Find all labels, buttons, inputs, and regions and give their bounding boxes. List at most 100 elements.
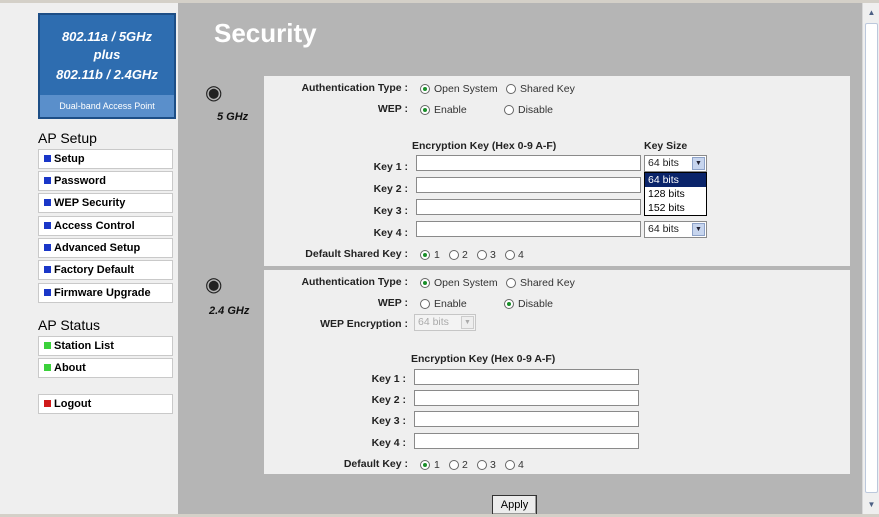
radio-wep-enable-5ghz[interactable] <box>420 105 430 115</box>
key-size-option-152[interactable]: 152 bits <box>645 201 706 215</box>
nav-logout[interactable]: Logout <box>38 394 173 414</box>
radio-default-key-3-24ghz[interactable] <box>477 460 487 470</box>
page-title: Security <box>214 18 317 48</box>
logo-subtitle: Dual-band Access Point <box>40 95 174 117</box>
default-key-1-label-5ghz: 1 <box>434 249 440 261</box>
logo-line-1: 802.11a / 5GHz <box>61 29 153 44</box>
key4-label-24ghz: Key 4 : <box>371 437 406 449</box>
nav-password-label: Password <box>54 175 106 187</box>
nav-firmware-upgrade[interactable]: Firmware Upgrade <box>38 283 173 303</box>
antenna-icon: ◉ <box>205 274 223 296</box>
apply-button[interactable]: Apply <box>492 495 537 515</box>
nav-advanced-setup[interactable]: Advanced Setup <box>38 238 173 258</box>
default-key-label-24ghz: Default Key : <box>343 458 408 470</box>
enc-key-header-5ghz: Encryption Key (Hex 0-9 A-F) <box>412 140 557 152</box>
radio-default-key-4-24ghz[interactable] <box>505 460 515 470</box>
radio-default-key-2-5ghz[interactable] <box>449 250 459 260</box>
key3-input-5ghz[interactable] <box>416 199 641 215</box>
key4-size-value-5ghz: 64 bits <box>648 223 679 235</box>
radio-open-system-5ghz[interactable] <box>420 84 430 94</box>
default-key-3-label-24ghz: 3 <box>490 459 496 471</box>
default-key-2-label-24ghz: 2 <box>462 459 468 471</box>
chevron-down-icon: ▼ <box>461 316 474 329</box>
nav-setup-label: Setup <box>54 153 85 165</box>
wep-encryption-label-24ghz: WEP Encryption : <box>320 318 408 330</box>
nav-station-list[interactable]: Station List <box>38 336 173 356</box>
wep-encryption-select-24ghz[interactable]: 64 bits ▼ <box>414 314 476 331</box>
ap-status-heading: AP Status <box>38 317 101 333</box>
radio-default-key-1-5ghz[interactable] <box>420 250 430 260</box>
wep-encryption-value-24ghz: 64 bits <box>418 316 449 328</box>
auth-type-label-5ghz: Authentication Type : <box>301 82 408 94</box>
nav-wep-security-label: WEP Security <box>54 197 126 209</box>
radio-wep-disable-24ghz[interactable] <box>504 299 514 309</box>
key1-size-select-5ghz[interactable]: 64 bits ▼ <box>644 155 707 172</box>
bullet-icon <box>44 177 51 184</box>
nav-factory-default[interactable]: Factory Default <box>38 260 173 280</box>
scroll-down-icon[interactable]: ▼ <box>865 498 878 511</box>
radio-shared-key-24ghz[interactable] <box>506 278 516 288</box>
radio-wep-disable-5ghz[interactable] <box>504 105 514 115</box>
radio-shared-key-5ghz[interactable] <box>506 84 516 94</box>
nav-setup[interactable]: Setup <box>38 149 173 169</box>
radio-default-key-4-5ghz[interactable] <box>505 250 515 260</box>
key-size-option-64[interactable]: 64 bits <box>645 173 706 187</box>
nav-about[interactable]: About <box>38 358 173 378</box>
key4-size-select-5ghz[interactable]: 64 bits ▼ <box>644 221 707 238</box>
shared-key-label-24ghz: Shared Key <box>520 277 575 289</box>
open-system-label-5ghz: Open System <box>434 83 498 95</box>
radio-default-key-1-24ghz[interactable] <box>420 460 430 470</box>
band-24ghz-label: 2.4 GHz <box>209 305 250 317</box>
auth-type-label-24ghz: Authentication Type : <box>301 276 408 288</box>
key3-label-5ghz: Key 3 : <box>373 205 408 217</box>
key-size-dropdown-5ghz[interactable]: 64 bits 128 bits 152 bits <box>644 172 707 216</box>
key2-input-5ghz[interactable] <box>416 177 641 193</box>
chevron-down-icon: ▼ <box>692 157 705 170</box>
antenna-icon: ◉ <box>205 82 223 104</box>
key2-input-24ghz[interactable] <box>414 390 639 406</box>
nav-factory-default-label: Factory Default <box>54 264 135 276</box>
bullet-icon <box>44 222 51 229</box>
default-key-3-label-5ghz: 3 <box>490 249 496 261</box>
nav-wep-security[interactable]: WEP Security <box>38 193 173 213</box>
bullet-icon <box>44 342 51 349</box>
radio-default-key-2-24ghz[interactable] <box>449 460 459 470</box>
key-size-header-5ghz: Key Size <box>644 140 688 152</box>
default-key-2-label-5ghz: 2 <box>462 249 468 261</box>
scrollbar-thumb[interactable] <box>865 23 878 493</box>
vertical-scrollbar[interactable]: ▲ ▼ <box>862 3 879 514</box>
chevron-down-icon: ▼ <box>692 223 705 236</box>
scroll-up-icon[interactable]: ▲ <box>865 6 878 19</box>
key1-input-24ghz[interactable] <box>414 369 639 385</box>
key-size-option-128[interactable]: 128 bits <box>645 187 706 201</box>
radio-wep-enable-24ghz[interactable] <box>420 299 430 309</box>
key1-label-5ghz: Key 1 : <box>373 161 408 173</box>
wep-enable-label-24ghz: Enable <box>434 298 467 310</box>
wep-enable-label-5ghz: Enable <box>434 104 467 116</box>
key4-input-5ghz[interactable] <box>416 221 641 237</box>
shared-key-label-5ghz: Shared Key <box>520 83 575 95</box>
key1-input-5ghz[interactable] <box>416 155 641 171</box>
nav-password[interactable]: Password <box>38 171 173 191</box>
radio-open-system-24ghz[interactable] <box>420 278 430 288</box>
nav-access-control[interactable]: Access Control <box>38 216 173 236</box>
nav-firmware-upgrade-label: Firmware Upgrade <box>54 287 151 299</box>
bullet-icon <box>44 364 51 371</box>
key2-label-24ghz: Key 2 : <box>371 394 406 406</box>
nav-logout-label: Logout <box>54 398 92 410</box>
key1-label-24ghz: Key 1 : <box>371 373 406 385</box>
nav-about-label: About <box>54 362 86 374</box>
radio-default-key-3-5ghz[interactable] <box>477 250 487 260</box>
band-5ghz-label: 5 GHz <box>217 111 249 123</box>
nav-access-control-label: Access Control <box>54 220 135 232</box>
key2-label-5ghz: Key 2 : <box>373 183 408 195</box>
bullet-icon <box>44 400 51 407</box>
key3-input-24ghz[interactable] <box>414 411 639 427</box>
wep-disable-label-5ghz: Disable <box>518 104 554 116</box>
bullet-icon <box>44 266 51 273</box>
key4-input-24ghz[interactable] <box>414 433 639 449</box>
default-key-4-label-24ghz: 4 <box>518 459 524 471</box>
default-key-1-label-24ghz: 1 <box>434 459 440 471</box>
default-key-4-label-5ghz: 4 <box>518 249 524 261</box>
product-logo: 802.11a / 5GHz plus 802.11b / 2.4GHz Dua… <box>38 13 176 119</box>
